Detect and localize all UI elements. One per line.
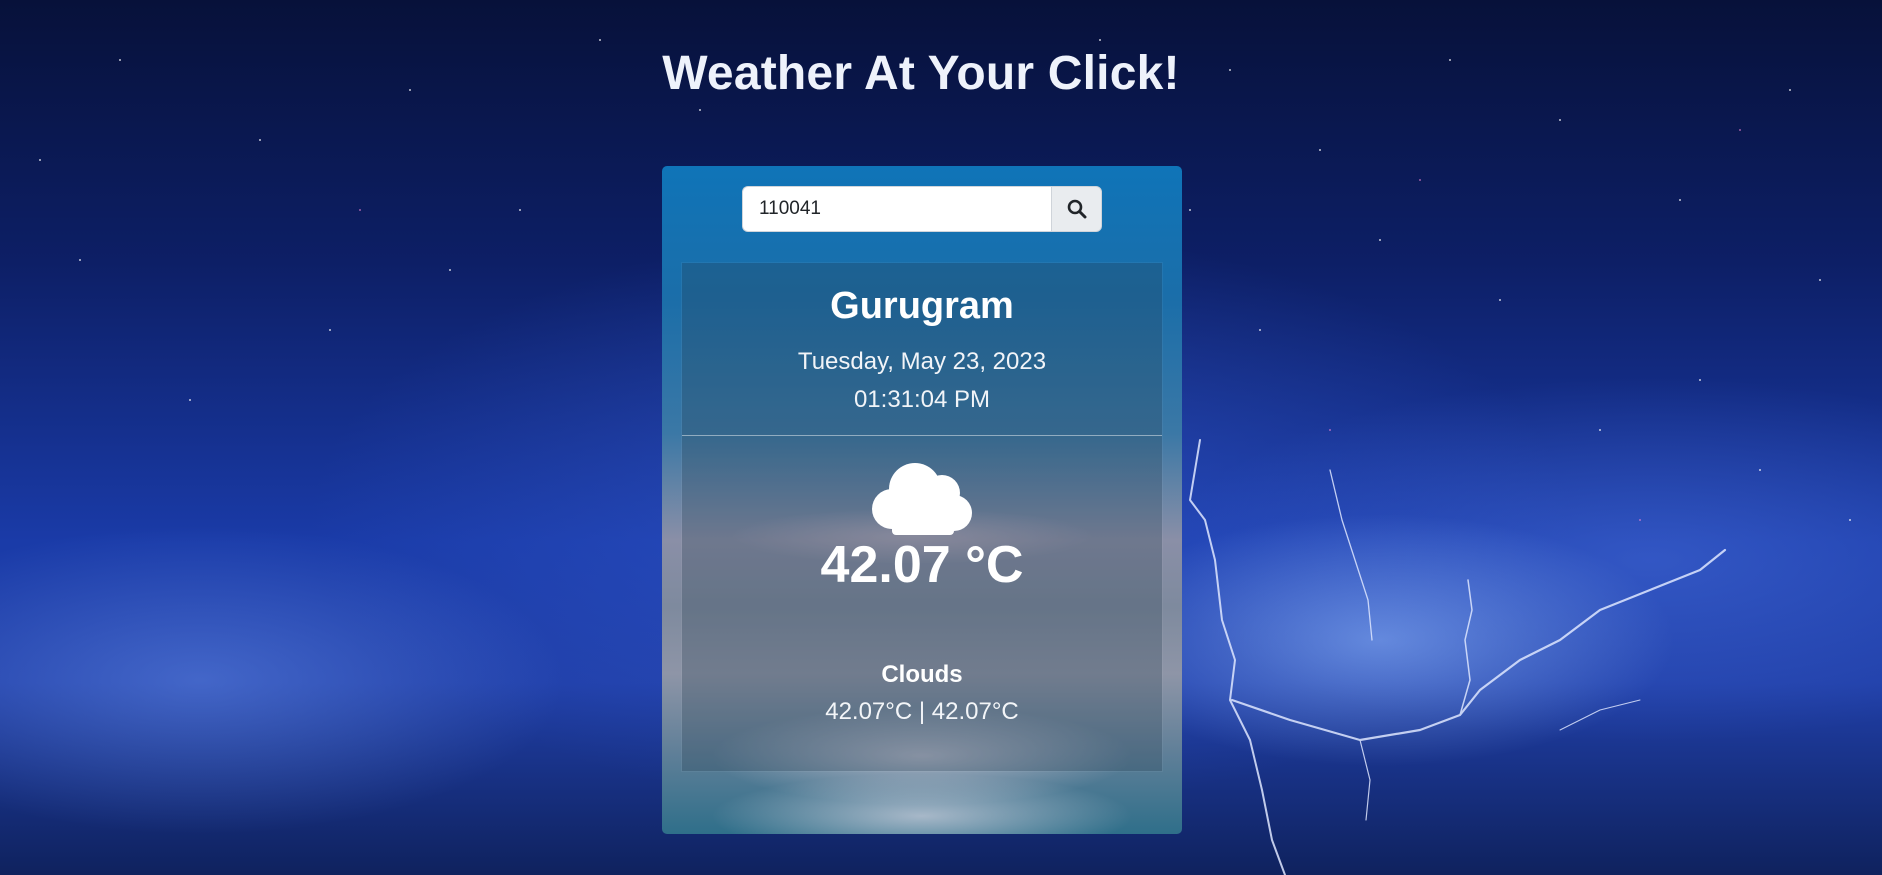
page-title: Weather At Your Click! — [662, 47, 1180, 100]
cloud-icon — [872, 463, 972, 535]
weather-condition: Clouds — [881, 661, 963, 688]
search-icon — [1067, 199, 1087, 219]
weather-details-panel: Gurugram Tuesday, May 23, 2023 01:31:04 … — [682, 263, 1162, 771]
weather-card: Gurugram Tuesday, May 23, 2023 01:31:04 … — [662, 166, 1182, 834]
temperature: 42.07 °C — [820, 536, 1024, 594]
divider — [682, 435, 1162, 436]
current-time: 01:31:04 PM — [853, 386, 991, 413]
search-input[interactable] — [742, 186, 1052, 232]
search-bar — [742, 186, 1102, 232]
city-name: Gurugram — [830, 285, 1014, 327]
search-button[interactable] — [1051, 186, 1102, 232]
min-max-temperature: 42.07°C | 42.07°C — [825, 698, 1019, 725]
current-date: Tuesday, May 23, 2023 — [797, 348, 1047, 375]
